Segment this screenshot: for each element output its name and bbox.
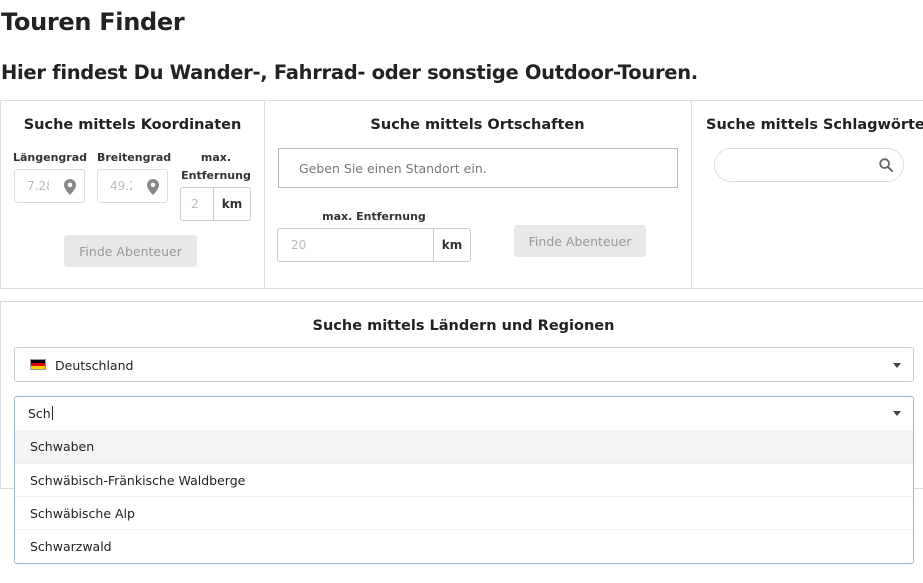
region-option[interactable]: Schwarzwald [15,529,913,562]
text-cursor [51,406,53,420]
location-placeholder: Geben Sie einen Standort ein. [299,161,487,176]
keywords-section-title: Suche mittels Schlagwörtern [706,117,923,133]
region-option[interactable]: Schwaben [15,430,913,463]
coords-search-button[interactable]: Finde Abenteuer [64,235,197,267]
longitude-value: 7.28 [27,179,49,193]
coords-distance-input[interactable]: 2 [181,188,214,220]
region-option[interactable]: Schwäbisch-Fränkische Waldberge [15,463,913,496]
search-icon[interactable] [879,158,893,172]
region-combobox[interactable]: Sch Schwaben Schwäbisch-Fränkische Waldb… [14,396,914,564]
region-typed-text: Sch [28,406,51,421]
search-panel-top: Suche mittels Koordinaten Längengrad 7.2… [0,100,923,289]
longitude-label: Längengrad [13,151,88,164]
map-marker-icon [64,179,76,195]
region-search-input[interactable]: Sch [28,406,53,421]
coords-distance-value: 2 [191,197,199,211]
places-section-title: Suche mittels Ortschaften [370,117,585,133]
places-distance-label: max. Entfernung [322,210,426,223]
longitude-input[interactable]: 7.28 [14,169,85,203]
chevron-down-icon [893,411,901,416]
chevron-down-icon [893,363,901,368]
coords-distance-group: 2 km [180,187,251,221]
germany-flag-icon [30,359,46,370]
places-distance-value: 20 [291,238,307,252]
page-subtitle: Hier findest Du Wander-, Fahrrad- oder s… [1,61,698,84]
places-distance-unit: km [441,238,463,252]
page-title: Touren Finder [1,8,185,36]
coords-section-title: Suche mittels Koordinaten [23,117,242,133]
coords-distance-label: max. Entfernung [181,151,251,182]
latitude-label: Breitengrad [97,151,172,164]
places-distance-group: 20 km [277,228,471,262]
latitude-value: 49.2 [110,179,132,193]
places-search-button[interactable]: Finde Abenteuer [514,225,646,257]
country-selected-value: Deutschland [55,358,134,373]
places-distance-input[interactable]: 20 [278,229,434,261]
coords-distance-unit: km [221,197,243,211]
location-input[interactable]: Geben Sie einen Standort ein. [278,148,678,188]
country-select[interactable]: Deutschland [14,347,914,382]
regions-section-title: Suche mittels Ländern und Regionen [312,318,615,334]
map-marker-icon [147,179,159,195]
region-option[interactable]: Schwäbische Alp [15,496,913,529]
latitude-input[interactable]: 49.2 [97,169,168,203]
keyword-search-input[interactable] [714,148,904,182]
